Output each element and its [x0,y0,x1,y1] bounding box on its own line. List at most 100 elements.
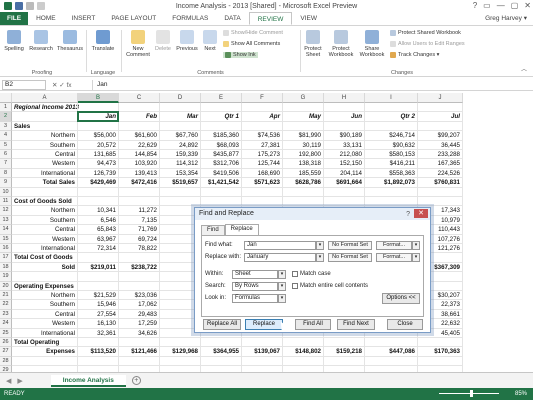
row-header[interactable]: 20 [0,281,12,291]
row-header[interactable]: 9 [0,178,12,188]
row-header[interactable]: 24 [0,319,12,329]
cell-b12[interactable]: 10,341 [78,207,116,214]
delete-comment-button[interactable]: Delete [153,28,173,52]
tab-review[interactable]: REVIEW [248,12,293,25]
cell-h6[interactable]: 212,080 [324,151,362,158]
prev-sheet-icon[interactable]: ◀ [6,377,11,385]
column-header-j[interactable]: J [418,93,463,103]
row-header[interactable]: 11 [0,197,12,207]
cell-h9[interactable]: $691,664 [324,179,362,186]
row-header[interactable]: 19 [0,272,12,282]
zoom-level[interactable]: 85% [515,391,527,397]
cell-d4[interactable]: $67,760 [160,132,198,139]
cell-e2[interactable]: Qtr 1 [201,113,239,120]
cell-a6[interactable]: Central [12,151,75,158]
sheet-tab-income-analysis[interactable]: Income Analysis [50,374,126,387]
tab-home[interactable]: HOME [28,12,64,25]
show-ink-button[interactable]: Show Ink [223,52,258,58]
cell-e7[interactable]: $312,706 [201,160,239,167]
share-workbook-button[interactable]: Share Workbook [358,28,386,58]
cell-a18[interactable]: Sold [12,264,75,271]
cell-a26[interactable]: Total Operating [14,339,59,346]
dialog-close-icon[interactable]: ✕ [414,209,428,218]
cell-h8[interactable]: 204,114 [324,170,362,177]
cell-a23[interactable]: Central [12,311,75,318]
row-header[interactable]: 4 [0,131,12,141]
find-history-dropdown[interactable]: ▾ [316,241,324,250]
search-select[interactable]: By Rows [232,282,278,291]
tab-find[interactable]: Find [201,225,225,235]
cell-a25[interactable]: International [12,330,75,337]
cell-a16[interactable]: International [12,245,75,252]
cell-h5[interactable]: 33,131 [324,142,362,149]
row-header[interactable]: 16 [0,244,12,254]
cell-a1[interactable]: Regional Income 2013 [14,104,79,111]
tab-data[interactable]: DATA [216,12,248,25]
cell-b14[interactable]: 65,843 [78,226,116,233]
cell-g2[interactable]: May [283,113,321,120]
cell-c12[interactable]: 11,272 [119,207,157,214]
row-header[interactable]: 15 [0,234,12,244]
cell-b5[interactable]: 20,572 [78,142,116,149]
find-all-button[interactable]: Find All [295,319,331,330]
formula-buttons[interactable]: ✕ ✓ fx [52,81,92,89]
find-what-input[interactable]: Jan [244,241,316,250]
cell-c15[interactable]: 69,724 [119,236,157,243]
row-header[interactable]: 14 [0,225,12,235]
replace-all-button[interactable]: Replace All [203,319,241,330]
cell-c6[interactable]: 144,854 [119,151,157,158]
row-header[interactable]: 10 [0,187,12,197]
row-header[interactable]: 12 [0,206,12,216]
previous-comment-button[interactable]: Previous [175,28,199,52]
cell-f9[interactable]: $571,623 [242,179,280,186]
row-header[interactable]: 23 [0,309,12,320]
cell-e9[interactable]: $1,421,542 [201,179,239,186]
options-button[interactable]: Options << [382,293,420,304]
cell-b22[interactable]: 15,946 [78,301,116,308]
column-header-b[interactable]: B [78,93,119,103]
cell-c25[interactable]: 34,626 [119,330,157,337]
cell-b16[interactable]: 72,314 [78,245,116,252]
cell-g8[interactable]: 185,559 [283,170,321,177]
tab-insert[interactable]: INSERT [64,12,104,25]
cell-a24[interactable]: Western [12,320,75,327]
cell-c14[interactable]: 71,769 [119,226,157,233]
next-sheet-icon[interactable]: ▶ [17,377,22,385]
cell-f7[interactable]: 125,744 [242,160,280,167]
cell-b18[interactable]: $219,011 [78,264,116,271]
zoom-slider-knob[interactable] [470,390,473,397]
cell-i6[interactable]: $580,153 [365,151,415,158]
row-header[interactable]: 26 [0,338,12,348]
collapse-ribbon-icon[interactable]: ︿ [521,64,527,73]
cell-b25[interactable]: 32,361 [78,330,116,337]
cell-g5[interactable]: 30,119 [283,142,321,149]
column-header-e[interactable]: E [201,93,242,103]
cell-d6[interactable]: 159,339 [160,151,198,158]
new-comment-button[interactable]: New Comment [125,28,151,58]
cell-c2[interactable]: Feb [119,113,157,120]
cell-c5[interactable]: 22,629 [119,142,157,149]
cell-c23[interactable]: 29,483 [119,311,157,318]
cell-b23[interactable]: 27,554 [78,311,116,318]
row-header[interactable]: 6 [0,150,12,160]
cell-a8[interactable]: International [12,170,75,177]
cell-d9[interactable]: $519,657 [160,179,198,186]
show-all-comments-button[interactable]: Show All Comments [223,41,280,47]
row-header[interactable]: 21 [0,291,12,301]
cell-f5[interactable]: 27,381 [242,142,280,149]
cell-j4[interactable]: $99,207 [418,132,460,139]
spelling-button[interactable]: Spelling [2,28,26,52]
tab-replace[interactable]: Replace [224,224,259,235]
cell-c22[interactable]: 17,062 [119,301,157,308]
minimize-button[interactable]: — [497,1,505,10]
cell-h27[interactable]: $159,218 [324,348,362,355]
cell-a20[interactable]: Operating Expenses [14,283,74,290]
protect-sheet-button[interactable]: Protect Sheet [302,28,324,58]
cell-a9[interactable]: Total Sales [12,179,75,186]
cell-b6[interactable]: 131,685 [78,151,116,158]
research-button[interactable]: Research [28,28,54,52]
cell-g9[interactable]: $628,786 [283,179,321,186]
column-header-h[interactable]: H [324,93,365,103]
cell-a5[interactable]: Southern [12,142,75,149]
cell-a17[interactable]: Total Cost of Goods [14,254,73,261]
